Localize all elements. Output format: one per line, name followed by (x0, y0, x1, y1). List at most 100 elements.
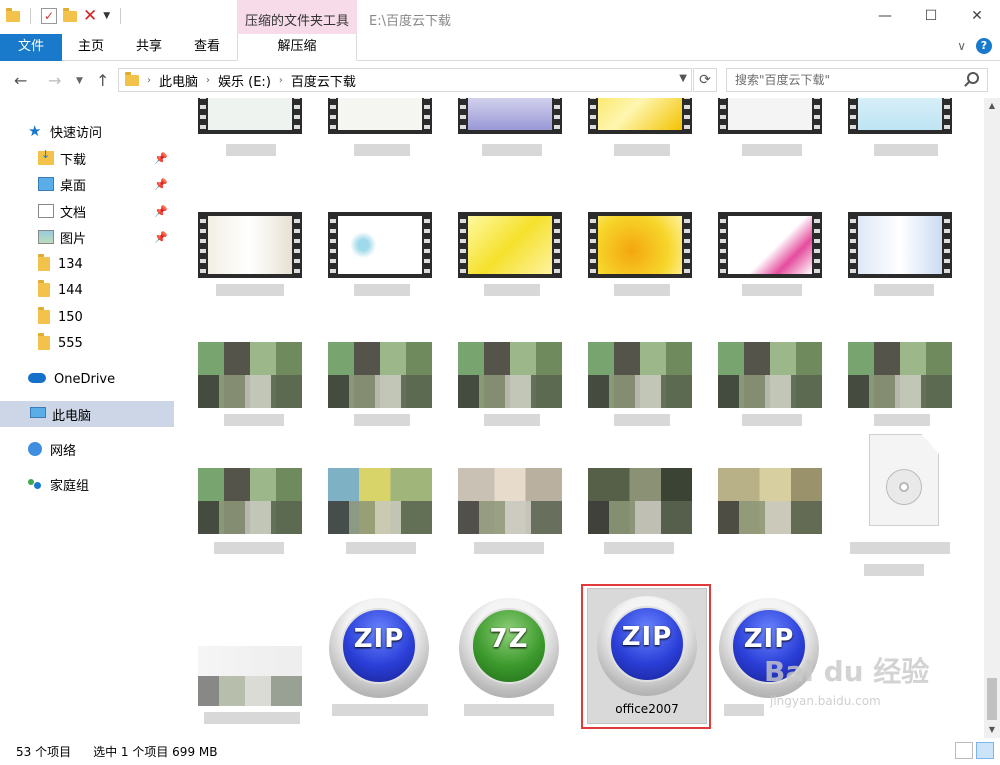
maximize-button[interactable]: ☐ (908, 0, 954, 32)
navigation-bar: ← → ▼ ↑ › 此电脑 › 娱乐 (E:) › 百度云下载 ▼ ⟳ (0, 62, 1000, 98)
sidebar-item-desktop[interactable]: 桌面 📌 (0, 171, 174, 197)
7z-archive-icon[interactable]: 7Z (459, 598, 559, 698)
video-file-item[interactable] (588, 468, 692, 534)
video-file-item[interactable] (718, 98, 822, 134)
video-file-item[interactable] (718, 342, 822, 408)
zip-archive-icon[interactable]: ZIP (329, 598, 429, 698)
expand-ribbon-icon[interactable]: ∨ (957, 39, 966, 53)
computer-icon (30, 407, 46, 421)
close-button[interactable]: ✕ (954, 0, 1000, 32)
up-arrow-icon[interactable]: ↑ (96, 71, 109, 90)
recent-locations-icon[interactable]: ▼ (76, 76, 83, 86)
pin-icon[interactable]: 📌 (154, 152, 168, 165)
sidebar-item-onedrive[interactable]: OneDrive (0, 366, 174, 392)
status-bar: 53 个项目 选中 1 个项目 699 MB (0, 738, 1000, 765)
new-folder-icon[interactable] (63, 7, 77, 22)
properties-icon[interactable]: ✓ (41, 8, 57, 24)
search-input[interactable] (727, 69, 957, 91)
sidebar-item-label: 图片 (60, 231, 87, 247)
search-icon[interactable] (967, 72, 979, 84)
delete-icon[interactable]: ✕ (83, 8, 97, 25)
video-file-item[interactable] (328, 342, 432, 408)
video-file-item[interactable] (718, 212, 822, 278)
tab-file[interactable]: 文件 (0, 34, 62, 61)
help-icon[interactable]: ? (976, 38, 992, 54)
breadcrumb-drive-e[interactable]: 娱乐 (E:) (218, 71, 271, 90)
video-file-item[interactable] (588, 212, 692, 278)
refresh-button[interactable]: ⟳ (693, 68, 717, 92)
video-file-item[interactable] (718, 468, 822, 534)
video-file-item[interactable] (198, 98, 302, 134)
star-icon: ★ (28, 122, 42, 140)
video-file-item[interactable] (328, 468, 432, 534)
file-name-label (874, 414, 930, 426)
pin-icon[interactable]: 📌 (154, 178, 168, 191)
search-box (726, 68, 988, 92)
vertical-scrollbar[interactable]: ▲ ▼ (984, 98, 1000, 738)
file-item[interactable] (198, 646, 302, 706)
sidebar-item-folder-134[interactable]: 134 (0, 251, 174, 277)
7z-label: 7Z (489, 624, 529, 654)
scroll-down-icon[interactable]: ▼ (984, 722, 1000, 738)
minimize-button[interactable]: — (862, 0, 908, 32)
sidebar-item-network[interactable]: 网络 (0, 436, 174, 462)
video-file-item[interactable] (198, 212, 302, 278)
chevron-right-icon[interactable]: › (147, 75, 151, 86)
homegroup-icon (28, 477, 44, 491)
sidebar-item-folder-150[interactable]: 150 (0, 304, 174, 330)
sidebar-item-this-pc[interactable]: 此电脑 (0, 401, 174, 427)
details-view-icon[interactable] (955, 742, 973, 759)
sidebar-item-label: 桌面 (60, 178, 87, 194)
tab-home[interactable]: 主页 (66, 34, 116, 61)
sidebar-item-quick-access[interactable]: ★ 快速访问 (0, 118, 174, 144)
video-file-item[interactable] (458, 212, 562, 278)
folder-icon[interactable] (6, 7, 20, 22)
video-file-item[interactable] (588, 342, 692, 408)
video-file-item[interactable] (458, 342, 562, 408)
folder-icon (38, 254, 50, 271)
chevron-right-icon[interactable]: › (206, 75, 210, 86)
large-icons-view-icon[interactable] (976, 742, 994, 759)
sidebar-item-pictures[interactable]: 图片 📌 (0, 224, 174, 250)
disc-image-file-item[interactable] (869, 434, 939, 526)
file-name-label (354, 284, 410, 296)
sidebar-item-label: 家庭组 (50, 478, 90, 494)
tab-share[interactable]: 共享 (124, 34, 174, 61)
sidebar-item-label: 555 (58, 335, 83, 351)
video-file-item[interactable] (458, 468, 562, 534)
video-file-item[interactable] (848, 212, 952, 278)
tab-view[interactable]: 查看 (182, 34, 232, 61)
video-file-item[interactable] (848, 98, 952, 134)
breadcrumb-current-folder[interactable]: 百度云下载 (291, 71, 356, 90)
video-file-item[interactable] (848, 342, 952, 408)
breadcrumb-this-pc[interactable]: 此电脑 (159, 71, 198, 90)
documents-icon (38, 204, 54, 218)
chevron-right-icon[interactable]: › (279, 75, 283, 86)
sidebar-item-folder-555[interactable]: 555 (0, 330, 174, 356)
sidebar-item-downloads[interactable]: 下载 📌 (0, 145, 174, 171)
pin-icon[interactable]: 📌 (154, 231, 168, 244)
pin-icon[interactable]: 📌 (154, 205, 168, 218)
video-file-item[interactable] (198, 468, 302, 534)
video-file-item[interactable] (328, 212, 432, 278)
sidebar-item-homegroup[interactable]: 家庭组 (0, 471, 174, 497)
window-controls: — ☐ ✕ (862, 0, 1000, 32)
watermark-url: jingyan.baidu.com (770, 694, 881, 708)
video-file-item[interactable] (458, 98, 562, 134)
address-bar[interactable]: › 此电脑 › 娱乐 (E:) › 百度云下载 ▼ (118, 68, 692, 92)
tab-extract[interactable]: 解压缩 (237, 34, 357, 61)
scrollbar-thumb[interactable] (987, 678, 997, 720)
video-file-item[interactable] (198, 342, 302, 408)
video-file-item[interactable] (588, 98, 692, 134)
file-name-label (614, 284, 670, 296)
sidebar-item-folder-144[interactable]: 144 (0, 277, 174, 303)
customize-toolbar-icon[interactable]: ▼ (103, 11, 110, 21)
scroll-up-icon[interactable]: ▲ (984, 98, 1000, 114)
sidebar-item-documents[interactable]: 文档 📌 (0, 198, 174, 224)
file-list: ZIP 7Z ZIP office2007 ZIP Bai du 经验 jing… (174, 98, 984, 738)
forward-arrow-icon[interactable]: → (48, 71, 61, 90)
video-file-item[interactable] (328, 98, 432, 134)
ribbon-tabs: 文件 主页 共享 查看 解压缩 ∨ ? (0, 34, 1000, 61)
back-arrow-icon[interactable]: ← (14, 71, 27, 90)
chevron-down-icon[interactable]: ▼ (679, 73, 687, 84)
